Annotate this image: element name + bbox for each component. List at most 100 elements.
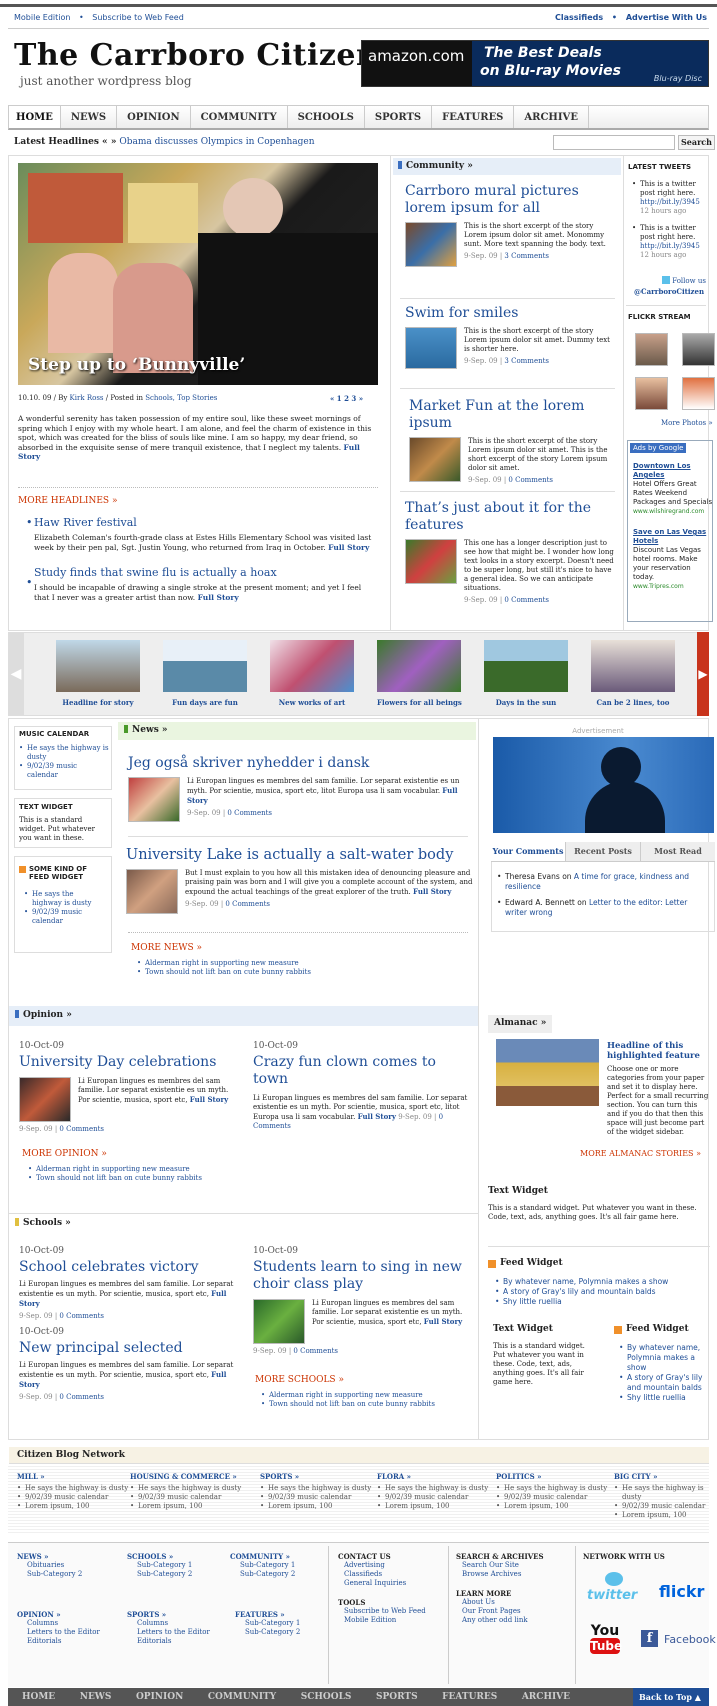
headline-title[interactable]: Haw River festival <box>34 516 374 529</box>
footer-link[interactable]: Sub-Category 2 <box>230 1570 330 1579</box>
flowers-thumbnail[interactable] <box>405 539 457 584</box>
comments-link[interactable]: 0 Comments <box>59 1125 104 1133</box>
news-title[interactable]: University Lake is actually a salt-water… <box>126 847 476 864</box>
bottom-nav-news[interactable]: NEWS <box>80 1692 112 1702</box>
ipod-advertisement[interactable] <box>493 737 714 833</box>
carousel-image[interactable] <box>56 640 140 692</box>
comments-link[interactable]: 0 Comments <box>508 476 553 484</box>
tweet-link[interactable]: http://bit.ly/3945 <box>640 242 700 250</box>
list-item[interactable]: Lorem ipsum, 100 <box>614 1511 714 1520</box>
footer-news-head[interactable]: NEWS » <box>17 1552 117 1561</box>
list-item[interactable]: He says the highway is dusty <box>130 1484 248 1493</box>
classifieds-link[interactable]: Classifieds <box>555 13 603 22</box>
list-item[interactable]: Lorem ipsum, 100 <box>17 1502 135 1511</box>
carousel-caption[interactable]: Fun days are fun <box>163 698 247 707</box>
footer-link[interactable]: Our Front Pages <box>456 1607 574 1616</box>
nav-home[interactable]: HOME <box>9 106 61 128</box>
bottom-nav-community[interactable]: COMMUNITY <box>208 1692 276 1702</box>
search-button[interactable]: Search <box>678 135 715 150</box>
more-headlines-label[interactable]: MORE HEADLINES » <box>18 496 117 506</box>
comments-link[interactable]: 0 Comments <box>59 1393 104 1401</box>
footer-link[interactable]: About Us <box>456 1598 574 1607</box>
schools-title[interactable]: Students learn to sing in new choir clas… <box>253 1259 468 1293</box>
footer-link[interactable]: Columns <box>127 1619 237 1628</box>
featured-pager[interactable]: « 1 2 3 » <box>330 394 363 403</box>
list-item[interactable]: A story of Gray's lily and mountain bald… <box>619 1373 714 1393</box>
footer-link[interactable]: Classifieds <box>338 1570 448 1579</box>
almanac-title[interactable]: Headline of this highlighted feature <box>607 1041 710 1061</box>
tweet-link[interactable]: http://bit.ly/3945 <box>640 198 700 206</box>
search-input[interactable] <box>553 135 675 150</box>
schools-thumbnail[interactable] <box>253 1299 305 1344</box>
community-label[interactable]: Community » <box>406 161 473 171</box>
mobile-edition-link[interactable]: Mobile Edition <box>14 13 70 22</box>
schools-title[interactable]: New principal selected <box>19 1340 234 1357</box>
list-item[interactable]: Lorem ipsum, 100 <box>130 1502 248 1511</box>
nav-news[interactable]: NEWS <box>61 106 118 128</box>
list-item[interactable]: Alderman right in supporting new measure <box>137 959 337 968</box>
bottom-nav-schools[interactable]: SCHOOLS <box>301 1692 352 1702</box>
full-story-link[interactable]: Full Story <box>198 593 239 602</box>
news-thumbnail[interactable] <box>126 869 178 914</box>
list-item[interactable]: Alderman right in supporting new measure <box>28 1165 228 1174</box>
list-item[interactable]: He says the highway is dusty <box>17 1484 135 1493</box>
carousel-image[interactable] <box>163 640 247 692</box>
footer-link[interactable]: Obituaries <box>17 1561 117 1570</box>
footer-link[interactable]: Mobile Edition <box>338 1616 448 1625</box>
blog-network-col-head[interactable]: SPORTS » <box>260 1472 378 1481</box>
list-item[interactable]: Town should not lift ban on cute bunny r… <box>28 1174 228 1183</box>
flickr-photo[interactable] <box>682 333 715 366</box>
list-item[interactable]: 9/02/39 music calendar <box>24 908 104 926</box>
nav-community[interactable]: COMMUNITY <box>191 106 288 128</box>
carousel-caption[interactable]: Can be 2 lines, too <box>591 698 675 707</box>
list-item[interactable]: 9/02/39 music calendar <box>260 1493 378 1502</box>
blog-network-col-head[interactable]: FLORA » <box>377 1472 495 1481</box>
nav-schools[interactable]: SCHOOLS <box>288 106 365 128</box>
community-title[interactable]: Swim for smiles <box>405 305 615 322</box>
footer-link[interactable]: Columns <box>17 1619 127 1628</box>
footer-link[interactable]: Sub-Category 2 <box>235 1628 330 1637</box>
comments-link[interactable]: 0 Comments <box>227 809 272 817</box>
news-title[interactable]: Jeg også skriver nyhedder i dansk <box>128 755 473 772</box>
tab-most-read[interactable]: Most Read <box>641 842 715 861</box>
list-item[interactable]: 9/02/39 music calendar <box>19 762 109 780</box>
carousel-caption[interactable]: Days in the sun <box>484 698 568 707</box>
list-item[interactable]: He says the highway is dusty <box>24 890 104 908</box>
featured-photo[interactable]: Step up to ‘Bunnyville’ <box>18 163 378 385</box>
bottom-nav-opinion[interactable]: OPINION <box>136 1692 183 1702</box>
more-photos-link[interactable]: More Photos » <box>661 419 713 428</box>
subscribe-link[interactable]: Subscribe to Web Feed <box>92 13 184 22</box>
community-title[interactable]: Carrboro mural pictures lorem ipsum for … <box>405 183 615 217</box>
footer-link[interactable]: Letters to the Editor <box>17 1628 127 1637</box>
list-item[interactable]: Lorem ipsum, 100 <box>496 1502 614 1511</box>
google-ad-url[interactable]: www.Tripres.com <box>633 582 713 591</box>
nav-opinion[interactable]: OPINION <box>117 106 191 128</box>
full-story-link[interactable]: Full Story <box>358 1112 396 1121</box>
footer-opinion-head[interactable]: OPINION » <box>17 1610 127 1619</box>
carousel-caption[interactable]: New works of art <box>270 698 354 707</box>
facebook-icon[interactable]: f <box>641 1630 658 1647</box>
carousel-image[interactable] <box>377 640 461 692</box>
list-item[interactable]: Town should not lift ban on cute bunny r… <box>261 1400 461 1409</box>
list-item[interactable]: 9/02/39 music calendar <box>614 1502 714 1511</box>
footer-link[interactable]: Subscribe to Web Feed <box>338 1607 448 1616</box>
footer-link[interactable]: Search Our Site <box>456 1561 574 1570</box>
full-story-link[interactable]: Full Story <box>328 543 369 552</box>
list-item[interactable]: Lorem ipsum, 100 <box>377 1502 495 1511</box>
list-item[interactable]: 9/02/39 music calendar <box>130 1493 248 1502</box>
footer-link[interactable]: Sub-Category 2 <box>17 1570 117 1579</box>
footer-link[interactable]: General Inquiries <box>338 1579 448 1588</box>
follow-us-link[interactable]: Follow us <box>672 277 706 285</box>
comments-link[interactable]: 0 Comments <box>59 1312 104 1320</box>
nav-archive[interactable]: ARCHIVE <box>514 106 589 128</box>
bottom-nav-sports[interactable]: SPORTS <box>376 1692 418 1702</box>
mural-thumbnail[interactable] <box>405 222 457 267</box>
comments-link[interactable]: 0 Comments <box>293 1347 338 1355</box>
carousel-prev-button[interactable]: ◀ <box>8 632 24 716</box>
amazon-ad-banner[interactable]: amazon.com The Best Deals on Blu-ray Mov… <box>361 40 709 87</box>
back-to-top-button[interactable]: Back to Top ▲ <box>633 1688 709 1706</box>
list-item[interactable]: He says the highway is dusty <box>377 1484 495 1493</box>
list-item[interactable]: 9/02/39 music calendar <box>496 1493 614 1502</box>
footer-features-head[interactable]: FEATURES » <box>235 1610 330 1619</box>
full-story-link[interactable]: Full Story <box>424 1317 462 1326</box>
